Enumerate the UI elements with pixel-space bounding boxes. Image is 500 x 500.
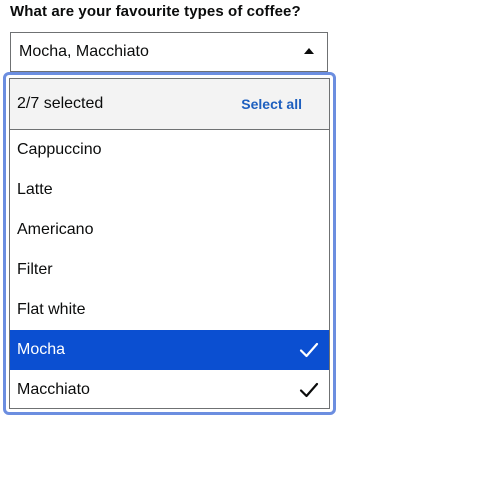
- select-all-button[interactable]: Select all: [241, 96, 302, 112]
- option-americano[interactable]: Americano: [10, 210, 329, 250]
- option-filter[interactable]: Filter: [10, 250, 329, 290]
- option-latte[interactable]: Latte: [10, 170, 329, 210]
- option-label: Americano: [17, 221, 94, 238]
- option-flat-white[interactable]: Flat white: [10, 290, 329, 330]
- dropdown-header: 2/7 selected Select all: [10, 79, 329, 130]
- options-list: Cappuccino Latte Americano Filter Flat w…: [10, 130, 329, 408]
- option-label: Latte: [17, 181, 53, 198]
- option-cappuccino[interactable]: Cappuccino: [10, 130, 329, 170]
- option-label: Filter: [17, 261, 53, 278]
- option-label: Mocha: [17, 341, 66, 358]
- option-macchiato[interactable]: Macchiato: [10, 370, 329, 408]
- option-mocha[interactable]: Mocha: [10, 330, 329, 370]
- question-label: What are your favourite types of coffee?: [10, 3, 301, 20]
- checkmark-icon: [299, 382, 319, 398]
- checkmark-icon: [299, 342, 319, 358]
- option-label: Cappuccino: [17, 141, 102, 158]
- option-label: Flat white: [17, 301, 86, 318]
- selected-values-text: Mocha, Macchiato: [19, 43, 149, 60]
- options-dropdown: 2/7 selected Select all Cappuccino Latte…: [3, 72, 336, 415]
- selection-count: 2/7 selected: [17, 95, 104, 112]
- coffee-multiselect-input[interactable]: Mocha, Macchiato: [10, 32, 328, 72]
- options-list-container: 2/7 selected Select all Cappuccino Latte…: [9, 78, 330, 409]
- caret-up-icon: [304, 48, 314, 54]
- option-label: Macchiato: [17, 381, 90, 398]
